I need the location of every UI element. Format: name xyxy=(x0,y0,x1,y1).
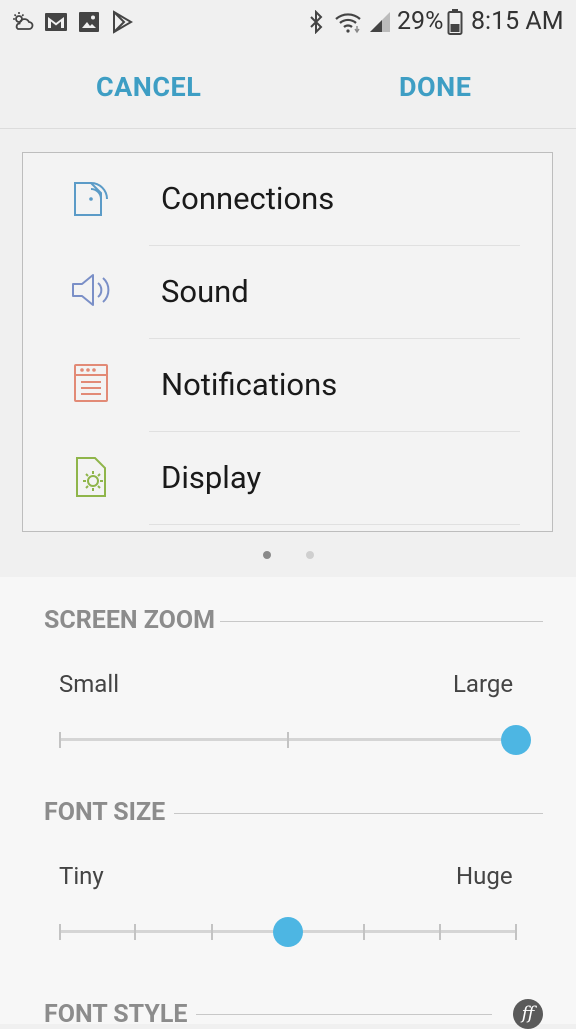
font-style-icon[interactable]: ff xyxy=(513,999,543,1029)
play-store-icon xyxy=(113,10,133,34)
action-bar: CANCEL DONE xyxy=(0,44,576,129)
slider-tick xyxy=(59,924,61,940)
connections-icon xyxy=(74,182,108,216)
clock: 8:15 AM xyxy=(471,7,564,36)
menu-item-sound: Sound xyxy=(23,246,552,339)
notifications-icon xyxy=(74,364,108,402)
section-divider xyxy=(174,813,543,814)
section-divider xyxy=(220,621,543,622)
preview-card[interactable]: Connections Sound Notifications Display xyxy=(22,152,553,532)
cancel-button[interactable]: CANCEL xyxy=(96,71,201,103)
speaker-icon xyxy=(72,274,110,306)
font-style-title: FONT STYLE xyxy=(44,1000,188,1029)
weather-icon xyxy=(13,12,34,30)
display-icon xyxy=(76,457,106,497)
screen-zoom-min-label: Small xyxy=(59,670,120,698)
bluetooth-icon xyxy=(310,10,323,34)
slider-tick xyxy=(515,924,517,940)
done-button[interactable]: DONE xyxy=(399,71,471,103)
menu-item-connections: Connections xyxy=(23,153,552,246)
gallery-icon xyxy=(79,12,99,32)
menu-item-label: Sound xyxy=(161,273,249,310)
menu-item-label: Notifications xyxy=(161,366,338,403)
screen-zoom-thumb[interactable] xyxy=(501,725,531,755)
pager-dot-active[interactable] xyxy=(263,551,271,559)
gmail-icon xyxy=(45,13,67,31)
font-size-min-label: Tiny xyxy=(59,862,104,890)
status-bar: 29% 8:15 AM xyxy=(0,0,576,44)
menu-item-label: Connections xyxy=(161,180,335,217)
screen-zoom-title: SCREEN ZOOM xyxy=(44,606,215,635)
slider-tick xyxy=(439,924,441,940)
menu-divider xyxy=(149,524,520,525)
slider-tick xyxy=(211,924,213,940)
slider-tick xyxy=(287,732,289,748)
battery-icon xyxy=(447,9,463,35)
font-size-thumb[interactable] xyxy=(273,917,303,947)
section-divider xyxy=(196,1014,492,1015)
menu-item-notifications: Notifications xyxy=(23,339,552,432)
menu-item-display: Display xyxy=(23,432,552,525)
slider-tick xyxy=(59,732,61,748)
font-size-max-label: Huge xyxy=(456,862,513,890)
menu-item-label: Display xyxy=(161,459,262,496)
pager-dot[interactable] xyxy=(306,551,314,559)
font-size-title: FONT SIZE xyxy=(44,798,166,827)
signal-icon xyxy=(370,12,390,32)
slider-tick xyxy=(363,924,365,940)
screen-zoom-max-label: Large xyxy=(453,670,514,698)
wifi-icon xyxy=(335,13,361,34)
slider-tick xyxy=(134,924,136,940)
battery-percent: 29% xyxy=(397,7,444,36)
